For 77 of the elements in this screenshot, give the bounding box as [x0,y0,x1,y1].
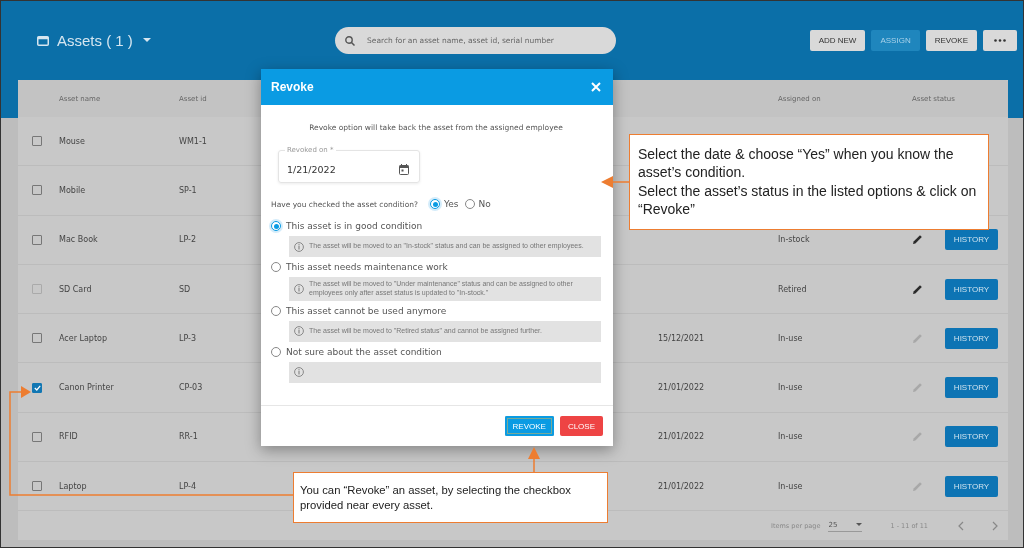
action-button[interactable]: ADD NEW [809,30,866,51]
table-cell: In-use [778,432,803,442]
radio-button[interactable] [271,346,281,357]
callout-text: You can “Revoke” an asset, by selecting the checkbox provided near every asset. [300,483,572,513]
radio-option[interactable]: This asset needs maintenance work [271,260,601,274]
close-icon [591,82,601,92]
table-cell: 21/01/2022 [658,432,705,442]
radio-option[interactable]: Yes [430,199,459,209]
history-button[interactable]: HISTORY [945,229,998,251]
info-icon [294,326,304,336]
table-cell: In-use [778,383,803,393]
page-title: Assets ( 1 ) [57,32,133,49]
more-icon [994,39,1006,42]
pencil-icon[interactable] [912,234,923,246]
table-cell: SD Card [59,284,92,294]
radio-button[interactable] [430,199,440,209]
search-icon [345,35,355,46]
radio-option[interactable]: No [464,199,491,209]
checkbox[interactable] [32,382,42,393]
radio-button[interactable] [271,305,281,316]
chevron-left-icon[interactable] [958,521,964,531]
table-cell: RFID [59,432,78,442]
chevron-right-icon[interactable] [992,521,998,531]
history-button[interactable]: HISTORY [945,377,998,399]
table-cell: Mac Book [59,235,98,245]
checkbox[interactable] [32,481,42,492]
radio-button[interactable] [271,262,281,272]
table-cell: Mouse [59,136,85,146]
table-cell: In-use [778,333,803,343]
close-button[interactable] [591,82,601,92]
table-cell: 21/01/2022 [658,481,705,491]
table-cell: SD [179,284,191,294]
table-cell: SP-1 [179,185,197,195]
close-button[interactable]: CLOSE [559,416,603,436]
checkbox[interactable] [32,136,42,147]
table-cell: WM1-1 [179,136,207,146]
caret-icon[interactable] [142,38,151,43]
table-cell: Laptop [59,481,87,491]
radio-option[interactable]: Not sure about the asset condition [271,344,601,359]
info-icon [294,241,304,252]
radio-button[interactable] [464,199,475,209]
history-button[interactable]: HISTORY [945,327,998,349]
table-cell: Acer Laptop [59,333,108,343]
dialog-title: Revoke [271,80,314,94]
caret-icon [856,523,863,526]
callout-text: Select the asset’s status in the listed options & click on “Revoke” [638,181,978,219]
table-cell: In-use [778,481,803,491]
history-button[interactable]: HISTORY [945,475,998,497]
table-cell: Retired [778,284,807,294]
checkbox[interactable] [32,431,42,442]
checkbox[interactable] [32,333,42,344]
table-cell: 21/01/2022 [658,383,705,393]
table-cell: LP-3 [179,333,197,343]
checkbox[interactable] [32,185,42,196]
table-cell: In-stock [778,235,810,245]
calendar-icon[interactable] [399,164,409,175]
table-cell: CP-03 [179,383,203,393]
checkbox[interactable] [32,234,42,245]
table-cell: 15/12/2021 [658,333,705,343]
field-value: 1/21/2022 [287,164,336,175]
table-cell: Mobile [59,185,86,195]
check-icon [33,384,41,391]
info-icon [294,283,304,294]
window-icon[interactable] [37,35,49,46]
table-cell: LP-4 [179,481,197,491]
history-button[interactable]: HISTORY [945,426,998,448]
table-cell: LP-2 [179,235,197,245]
radio-button[interactable] [271,221,281,231]
more-button[interactable] [983,30,1017,51]
callout-text: Select the date & choose “Yes” when you know the asset’s condition. [638,145,955,182]
table-cell: Canon Printer [59,383,114,393]
radio-option[interactable]: This asset is in good condition [271,219,601,233]
radio-option[interactable]: This asset cannot be used anymore [271,303,601,318]
revoke-button[interactable]: REVOKE [504,416,554,436]
info-icon [294,367,304,377]
action-button[interactable]: REVOKE [925,30,977,51]
table-cell: RR-1 [179,432,198,442]
